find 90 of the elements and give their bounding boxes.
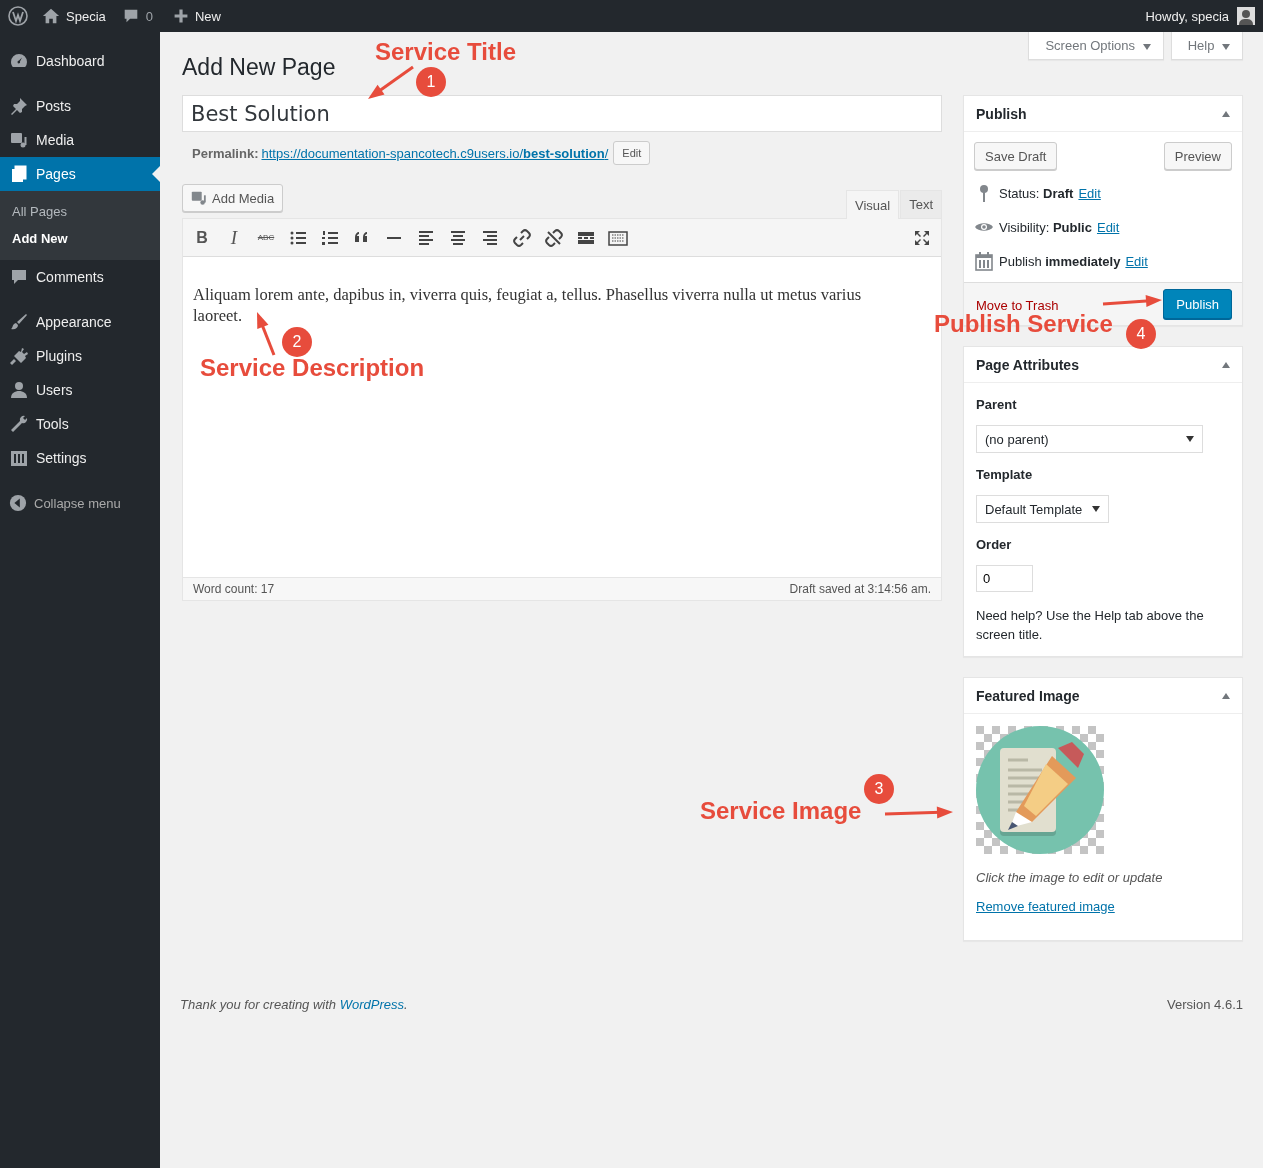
number-badge: 1 xyxy=(416,67,446,97)
add-media-button[interactable]: Add Media xyxy=(182,184,284,212)
annotation-label: Service Image xyxy=(700,799,862,823)
wordpress-logo-icon[interactable] xyxy=(8,6,28,26)
edit-link[interactable]: Edit xyxy=(1096,219,1120,235)
bold-button[interactable]: B xyxy=(188,223,216,252)
version-text: Version 4.6.1 xyxy=(1167,997,1243,1012)
edit-link[interactable]: Edit xyxy=(1078,185,1101,201)
publish-setting: Visibility: Public xyxy=(999,219,1092,235)
new-menu[interactable]: New xyxy=(195,8,221,24)
annotation-label: Service Title xyxy=(375,40,516,64)
screen-meta-tab[interactable]: Help xyxy=(1170,32,1243,60)
editor-tab[interactable]: Text xyxy=(900,190,942,218)
panel-title: Featured Image xyxy=(976,687,1080,704)
submenu-item[interactable]: Add New xyxy=(0,225,160,252)
wrench-icon xyxy=(9,414,29,434)
title-field[interactable]: Best Solution xyxy=(182,95,942,132)
paintbrush-icon xyxy=(9,312,29,332)
dropdown-arrow-icon xyxy=(1186,436,1194,442)
comment-count[interactable]: 0 xyxy=(145,8,153,24)
pointer-arrow xyxy=(884,806,953,819)
editor-tab[interactable]: Visual xyxy=(845,190,900,219)
pages-icon xyxy=(9,164,29,184)
menu-item[interactable]: Appearance xyxy=(0,305,160,339)
submenu-item[interactable]: All Pages xyxy=(0,198,160,225)
plug-icon xyxy=(9,346,29,366)
pushpin-icon xyxy=(9,96,29,116)
site-name[interactable]: Specia xyxy=(66,8,106,24)
menu-item[interactable]: Pages xyxy=(0,157,160,191)
pointer-arrow xyxy=(257,312,276,356)
menu-item[interactable]: Settings xyxy=(0,441,160,475)
parent-select[interactable]: (no parent) xyxy=(976,425,1203,453)
menu-item[interactable]: Comments xyxy=(0,260,160,294)
number-badge: 3 xyxy=(864,774,894,804)
menu-item[interactable]: Posts xyxy=(0,89,160,123)
word-count: Word count: 17 xyxy=(193,582,275,596)
avatar-icon[interactable] xyxy=(1237,7,1255,25)
dropdown-arrow-icon xyxy=(1092,506,1101,512)
menu-item[interactable]: Users xyxy=(0,373,160,407)
wordpress-link[interactable]: WordPress xyxy=(339,997,404,1012)
dropdown-arrow-icon xyxy=(1142,43,1151,50)
footer-thanks: Thank you for creating with WordPress. xyxy=(180,997,408,1012)
publish-setting: Status: Draft xyxy=(999,185,1074,201)
pointer-arrow xyxy=(1102,295,1162,308)
move-to-trash-link[interactable]: Move to Trash xyxy=(976,297,1059,313)
permalink-link[interactable]: https://documentation-spancotech.c9users.io/best-solution/ xyxy=(261,145,609,161)
collapse-toggle-icon[interactable] xyxy=(1222,692,1230,699)
field-label: Order xyxy=(976,537,1013,552)
pointer-arrow xyxy=(368,65,414,99)
italic-button[interactable]: I xyxy=(220,223,248,252)
help-text: Need help? Use the Help tab above the screen title. xyxy=(976,607,1205,644)
menu-item[interactable]: Tools xyxy=(0,407,160,441)
field-label: Template xyxy=(976,467,1034,482)
collapse-toggle-icon[interactable] xyxy=(1222,361,1230,368)
edit-link[interactable]: Edit xyxy=(1125,253,1148,269)
preview-button[interactable]: Preview xyxy=(1163,142,1232,170)
house-icon[interactable] xyxy=(42,7,60,25)
page-heading: Add New Page xyxy=(182,54,336,82)
edit-button[interactable]: Edit xyxy=(613,141,651,165)
menu-item[interactable]: Media xyxy=(0,123,160,157)
annotation-label: Publish Service xyxy=(934,312,1113,336)
field-label: Parent xyxy=(976,397,1018,412)
collapse-menu-button[interactable]: Collapse menu xyxy=(0,486,160,520)
save-draft-button[interactable]: Save Draft xyxy=(974,142,1058,170)
calendar-icon xyxy=(974,251,994,271)
draft-saved-status: Draft saved at 3:14:56 am. xyxy=(789,582,931,596)
remove-featured-image-link[interactable]: Remove featured image xyxy=(976,899,1115,914)
image-caption: Click the image to edit or update xyxy=(976,870,1164,885)
editor-content[interactable]: Aliquam lorem ante, dapibus in, viverra quis, feugiat a, tellus. Phasellus viverra nulla ut metus varius laoreet. xyxy=(193,284,901,326)
plus-icon[interactable] xyxy=(173,8,189,24)
speech-bubble-icon xyxy=(9,267,29,287)
annotation-label: Service Description xyxy=(200,356,425,380)
photo-icon xyxy=(190,189,208,207)
collapse-toggle-icon[interactable] xyxy=(1222,110,1230,117)
greeting[interactable]: Howdy, specia xyxy=(1145,8,1229,24)
dropdown-arrow-icon xyxy=(1222,43,1230,50)
screen-meta-tab[interactable]: Screen Options xyxy=(1028,32,1164,60)
menu-item[interactable]: Dashboard xyxy=(0,44,160,78)
publish-setting: Publish immediately xyxy=(999,253,1121,269)
panel-title: Page Attributes xyxy=(976,356,1079,373)
order-field[interactable]: 0 xyxy=(976,565,1033,592)
strikethrough-button[interactable]: ABC xyxy=(252,223,280,252)
publish-button[interactable]: Publish xyxy=(1163,289,1232,319)
permalink-label: Permalink: xyxy=(192,145,259,161)
template-select[interactable]: Default Template xyxy=(976,495,1110,523)
person-icon xyxy=(9,380,29,400)
sliders-icon xyxy=(9,448,29,468)
panel-title: Publish xyxy=(976,105,1027,122)
menu-item[interactable]: Plugins xyxy=(0,339,160,373)
photo-icon xyxy=(9,130,29,150)
